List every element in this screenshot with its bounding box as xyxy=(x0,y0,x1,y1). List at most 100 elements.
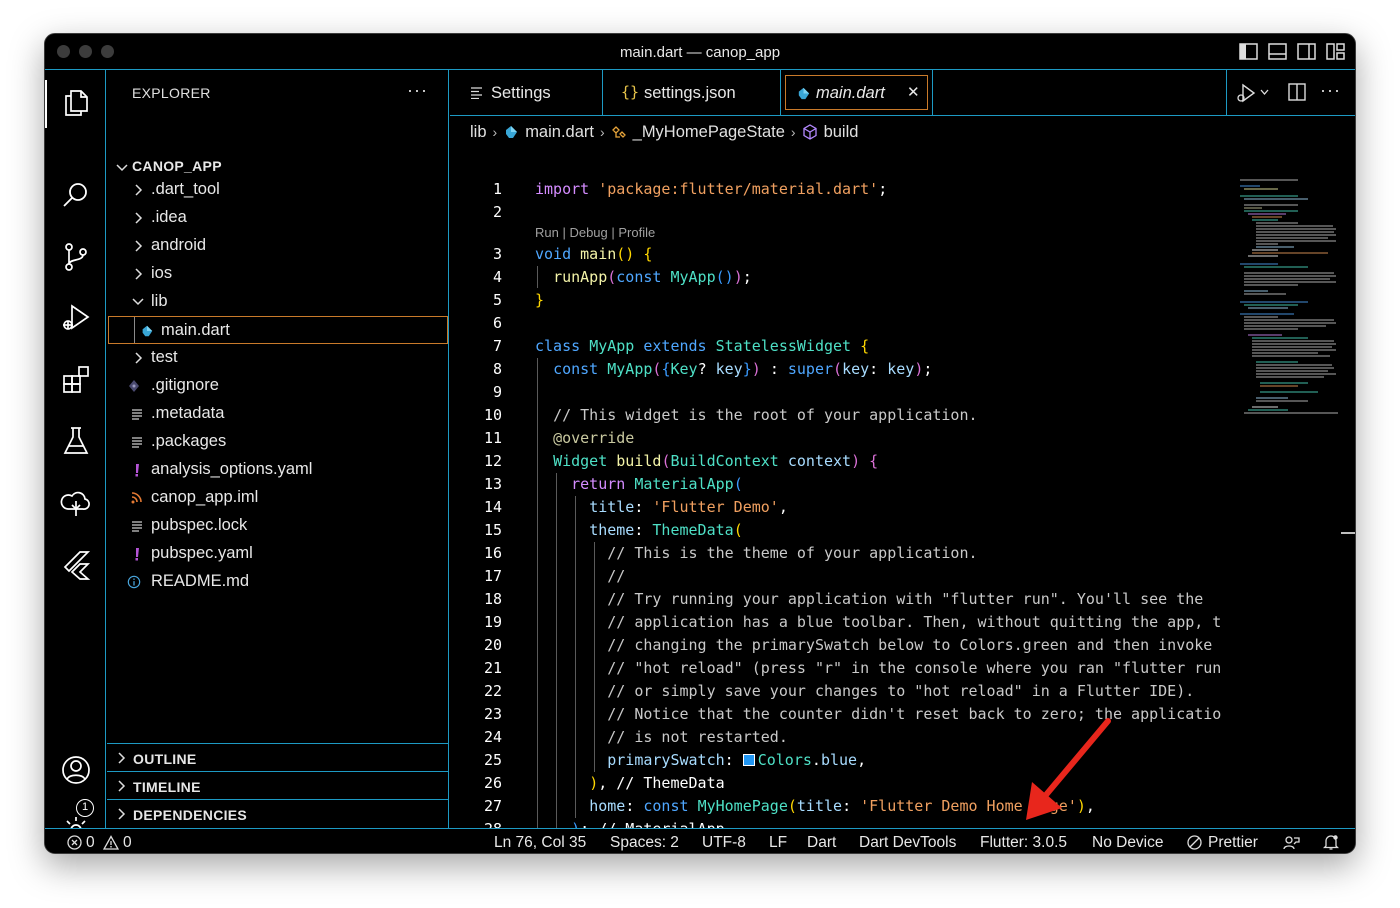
text-file-icon xyxy=(132,409,142,420)
minimap[interactable] xyxy=(1238,178,1348,478)
tab-settings-json[interactable]: {} settings.json xyxy=(603,70,781,115)
tab-bar: Settings {} settings.json main.dart ✕ ··… xyxy=(450,70,1355,116)
rss-file-icon xyxy=(131,492,142,504)
line-number: 7 xyxy=(492,337,502,355)
line-number: 24 xyxy=(483,728,502,746)
codelens-run-debug-profile[interactable]: Run | Debug | Profile xyxy=(535,225,655,240)
source-control-icon[interactable] xyxy=(59,240,93,274)
more-actions-icon[interactable]: ··· xyxy=(1320,80,1341,101)
language-mode[interactable]: Dart xyxy=(807,834,836,852)
flutter-icon[interactable] xyxy=(59,548,93,582)
chevron-right-icon: › xyxy=(790,124,796,140)
line-number: 15 xyxy=(483,521,502,539)
remote-explorer-icon[interactable] xyxy=(59,486,93,520)
warning-count[interactable]: 0 xyxy=(123,834,132,852)
breadcrumb-method[interactable]: build xyxy=(824,123,859,142)
line-number: 17 xyxy=(483,567,502,585)
tree-item-canop-app-iml[interactable]: canop_app.iml xyxy=(107,484,447,512)
outline-panel-header[interactable]: OUTLINE xyxy=(107,743,449,771)
chevron-down-icon[interactable] xyxy=(1260,89,1269,96)
dependencies-label: DEPENDENCIES xyxy=(133,807,248,823)
customize-layout-icon[interactable] xyxy=(1326,43,1345,60)
status-bar: 0 0 Ln 76, Col 35 Spaces: 2 UTF-8 LF Dar… xyxy=(45,828,1355,853)
tree-item-label: pubspec.yaml xyxy=(151,544,253,562)
code-line-20: // changing the primarySwatch below to C… xyxy=(607,636,1213,654)
tree-item-label: .idea xyxy=(151,208,187,226)
line-ending[interactable]: LF xyxy=(769,834,787,852)
feedback-icon[interactable] xyxy=(1283,834,1300,851)
breadcrumb-folder[interactable]: lib xyxy=(470,123,487,142)
line-number: 13 xyxy=(483,475,502,493)
code-line-17: // xyxy=(607,567,626,585)
tree-item-label: README.md xyxy=(151,572,250,590)
tab-settings[interactable]: Settings xyxy=(450,70,603,115)
code-editor[interactable]: 1 2 3 4 5 6 7 8 9 10 11 12 13 14 15 16 1… xyxy=(450,178,1240,853)
timeline-panel-header[interactable]: TIMELINE xyxy=(107,771,449,799)
toggle-primary-sidebar-icon[interactable] xyxy=(1239,43,1258,60)
tree-item-readme[interactable]: README.md xyxy=(107,568,447,596)
workspace-root-label: CANOP_APP xyxy=(132,158,222,174)
dart-devtools-button[interactable]: Dart DevTools xyxy=(859,834,956,852)
error-circle-icon[interactable] xyxy=(67,835,82,850)
tree-item-label: lib xyxy=(151,292,168,310)
file-encoding[interactable]: UTF-8 xyxy=(702,834,746,852)
tree-item-analysis-options[interactable]: analysis_options.yaml xyxy=(107,456,447,484)
tree-item-lib[interactable]: lib xyxy=(107,288,447,316)
toggle-panel-icon[interactable] xyxy=(1268,43,1287,60)
tree-item-ios[interactable]: ios xyxy=(107,260,447,288)
layout-controls xyxy=(1239,43,1345,60)
code-line-18: // Try running your application with "fl… xyxy=(607,590,1204,608)
color-swatch-icon[interactable] xyxy=(742,754,755,766)
close-tab-icon[interactable]: ✕ xyxy=(907,83,920,101)
class-symbol-icon xyxy=(611,126,626,138)
account-icon[interactable] xyxy=(59,753,93,787)
tree-item-metadata[interactable]: .metadata xyxy=(107,400,447,428)
explorer-icon[interactable] xyxy=(59,86,93,120)
tree-item-gitignore[interactable]: .gitignore xyxy=(107,372,447,400)
warning-triangle-icon[interactable] xyxy=(103,835,119,850)
tree-item-packages[interactable]: .packages xyxy=(107,428,447,456)
code-line-3: void main() { xyxy=(535,245,653,263)
breadcrumb-file[interactable]: main.dart xyxy=(525,123,594,142)
code-line-19: // application has a blue toolbar. Then,… xyxy=(607,613,1222,631)
toggle-secondary-sidebar-icon[interactable] xyxy=(1297,43,1316,60)
tree-item-dart-tool[interactable]: .dart_tool xyxy=(107,176,447,204)
tree-item-idea[interactable]: .idea xyxy=(107,204,447,232)
tree-item-test[interactable]: test xyxy=(107,344,447,372)
code-line-16: // This is the theme of your application… xyxy=(607,544,978,562)
scrollbar-thumb[interactable] xyxy=(1341,532,1355,534)
tree-item-pubspec-lock[interactable]: pubspec.lock xyxy=(107,512,447,540)
code-line-23: // Notice that the counter didn't reset … xyxy=(607,705,1222,723)
tree-item-label: test xyxy=(151,348,178,366)
code-line-5: } xyxy=(535,291,545,309)
extensions-icon[interactable] xyxy=(59,363,93,397)
device-selector[interactable]: No Device xyxy=(1092,834,1164,852)
indentation-setting[interactable]: Spaces: 2 xyxy=(610,834,679,852)
tree-item-main-dart[interactable]: main.dart xyxy=(108,316,448,344)
testing-icon[interactable] xyxy=(59,424,93,458)
text-file-icon xyxy=(132,437,142,448)
active-indicator xyxy=(45,80,47,128)
notifications-bell-icon[interactable] xyxy=(1323,834,1339,851)
editor-area: Settings {} settings.json main.dart ✕ ··… xyxy=(450,70,1355,853)
cursor-position[interactable]: Ln 76, Col 35 xyxy=(494,834,586,852)
flutter-version[interactable]: Flutter: 3.0.5 xyxy=(980,834,1067,852)
split-editor-icon[interactable] xyxy=(1288,83,1306,101)
prettier-status[interactable]: Prettier xyxy=(1208,834,1258,852)
tab-main-dart[interactable]: main.dart ✕ xyxy=(781,70,933,115)
run-debug-icon[interactable] xyxy=(59,301,93,335)
search-icon[interactable] xyxy=(59,178,93,212)
line-number: 11 xyxy=(483,429,502,447)
dependencies-panel-header[interactable]: DEPENDENCIES xyxy=(107,799,449,827)
run-debug-dropdown-icon[interactable] xyxy=(1236,83,1258,103)
tree-item-android[interactable]: android xyxy=(107,232,447,260)
chevron-right-icon: › xyxy=(492,124,498,140)
chevron-right-icon: › xyxy=(599,124,605,140)
chevron-right-icon xyxy=(118,808,126,820)
explorer-more-actions[interactable]: ··· xyxy=(407,80,428,101)
error-count[interactable]: 0 xyxy=(86,834,95,852)
breadcrumb-class[interactable]: _MyHomePageState xyxy=(633,123,785,142)
chevron-right-icon xyxy=(118,752,126,764)
breadcrumb: lib › main.dart › _MyHomePageState › bui… xyxy=(470,121,858,143)
tree-item-pubspec-yaml[interactable]: pubspec.yaml xyxy=(107,540,447,568)
